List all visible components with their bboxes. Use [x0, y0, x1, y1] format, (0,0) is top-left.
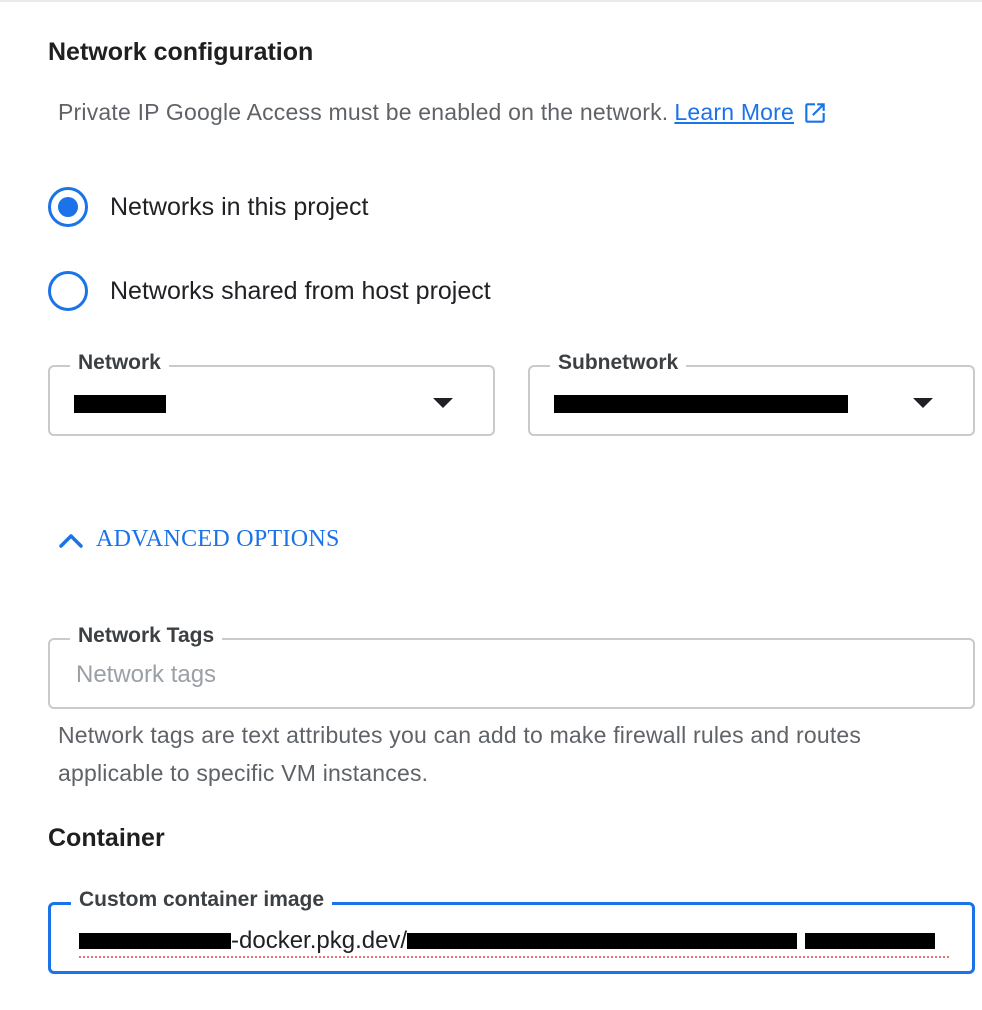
open-in-new-icon[interactable]	[802, 100, 828, 126]
network-tags-label: Network Tags	[70, 624, 223, 648]
image-value-visible: -docker.pkg.dev/	[231, 927, 408, 954]
network-value-redacted	[74, 395, 166, 413]
subnetwork-select[interactable]: Subnetwork	[528, 351, 975, 436]
radio-networks-shared[interactable]: Networks shared from host project	[48, 271, 491, 311]
radio-button-unchecked[interactable]	[48, 271, 88, 311]
network-tags-input[interactable]	[76, 658, 936, 692]
advanced-options-toggle[interactable]: ADVANCED OPTIONS	[58, 526, 340, 553]
image-value-redacted	[79, 933, 231, 949]
network-tags-help: Network tags are text attributes you can…	[58, 722, 862, 786]
custom-container-image-input[interactable]: -docker.pkg.dev/	[79, 927, 949, 955]
network-select-label: Network	[70, 351, 169, 375]
subnetwork-select-label: Subnetwork	[550, 351, 687, 375]
network-help: Private IP Google Access must be enabled…	[58, 99, 828, 126]
network-select[interactable]: Network	[48, 351, 495, 436]
image-value-redacted	[805, 933, 936, 949]
network-tags-field[interactable]: Network Tags	[48, 624, 975, 709]
spellcheck-underline	[79, 955, 949, 958]
chevron-up-icon	[59, 533, 83, 548]
radio-button-checked[interactable]	[48, 187, 88, 227]
learn-more-link[interactable]: Learn More	[674, 99, 794, 126]
radio-label: Networks shared from host project	[110, 276, 491, 305]
dropdown-arrow-icon[interactable]	[433, 398, 453, 408]
radio-networks-in-project[interactable]: Networks in this project	[48, 187, 368, 227]
network-configuration-title: Network configuration	[48, 38, 314, 66]
custom-container-image-field[interactable]: Custom container image -docker.pkg.dev/	[48, 888, 975, 974]
image-value-redacted	[407, 933, 798, 949]
dropdown-arrow-icon[interactable]	[913, 398, 933, 408]
network-help-text: Private IP Google Access must be enabled…	[58, 99, 669, 125]
radio-label: Networks in this project	[110, 192, 369, 221]
container-title: Container	[48, 824, 165, 852]
top-divider	[0, 0, 982, 2]
custom-container-image-label: Custom container image	[71, 888, 333, 912]
subnetwork-value-redacted	[554, 395, 848, 413]
advanced-options-label: ADVANCED OPTIONS	[96, 526, 340, 552]
